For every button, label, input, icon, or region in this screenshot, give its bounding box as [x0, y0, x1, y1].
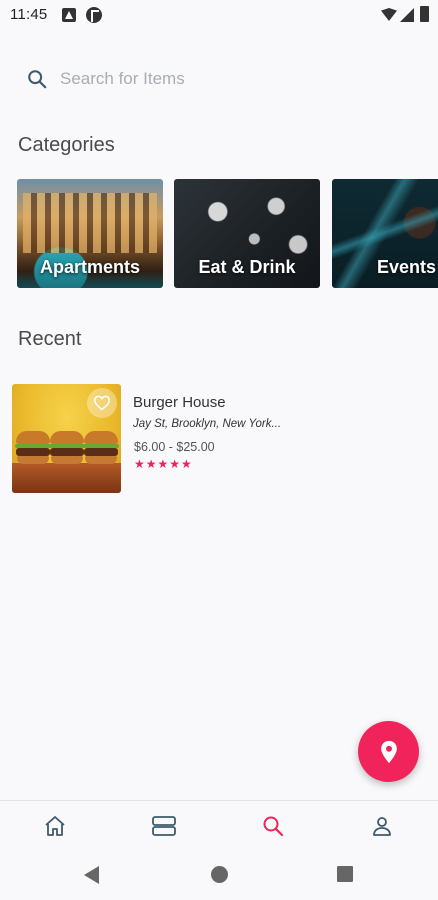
recents-icon[interactable] — [337, 866, 353, 882]
thumb-table — [12, 463, 121, 493]
nav-listings[interactable] — [151, 813, 177, 839]
category-label: Eat & Drink — [198, 257, 296, 277]
category-card-events[interactable]: Events — [332, 179, 438, 288]
category-label: Events — [377, 257, 437, 277]
explore-screen: 11:45 Categories Apartments Eat & Drink … — [0, 0, 438, 900]
battery-icon — [420, 6, 429, 22]
app-notification-icon — [86, 7, 102, 23]
search-icon — [263, 816, 284, 837]
burger-graphic — [15, 431, 51, 465]
recent-title: Recent — [18, 328, 82, 350]
search-input[interactable] — [60, 66, 390, 92]
map-location-button[interactable] — [358, 721, 419, 782]
notification-icon — [62, 8, 76, 22]
nav-home[interactable] — [42, 813, 68, 839]
recent-list-item[interactable]: Burger House Jay St, Brooklyn, New York.… — [12, 384, 412, 494]
list-icon — [152, 816, 176, 836]
categories-title: Categories — [18, 134, 115, 156]
home-icon — [45, 816, 65, 836]
system-navigation-bar — [0, 852, 438, 900]
heart-icon — [93, 395, 111, 411]
nav-profile[interactable] — [369, 813, 395, 839]
recent-item-rating: ★★★★★ — [134, 457, 193, 471]
profile-icon — [373, 817, 391, 836]
bottom-navigation — [0, 800, 438, 850]
back-icon[interactable] — [84, 866, 99, 884]
status-time: 11:45 — [10, 6, 48, 23]
search-icon[interactable] — [26, 68, 48, 90]
status-bar: 11:45 — [0, 0, 438, 30]
category-label: Apartments — [39, 257, 141, 277]
burger-graphic — [83, 431, 119, 465]
location-pin-icon — [380, 740, 397, 763]
category-card-apartments[interactable]: Apartments — [17, 179, 163, 288]
nav-search[interactable] — [260, 813, 286, 839]
recent-item-image[interactable] — [12, 384, 121, 493]
recent-item-name: Burger House — [133, 394, 226, 411]
favorite-button[interactable] — [87, 388, 117, 418]
category-card-eat-drink[interactable]: Eat & Drink — [174, 179, 320, 288]
home-circle-icon[interactable] — [211, 866, 228, 883]
signal-icon — [400, 8, 414, 22]
search-bar[interactable] — [18, 58, 418, 98]
categories-carousel[interactable]: Apartments Eat & Drink Events — [17, 179, 438, 289]
recent-item-address: Jay St, Brooklyn, New York... — [133, 418, 282, 430]
burger-graphic — [49, 431, 85, 465]
wifi-icon — [381, 8, 397, 21]
recent-item-price: $6.00 - $25.00 — [134, 440, 215, 454]
